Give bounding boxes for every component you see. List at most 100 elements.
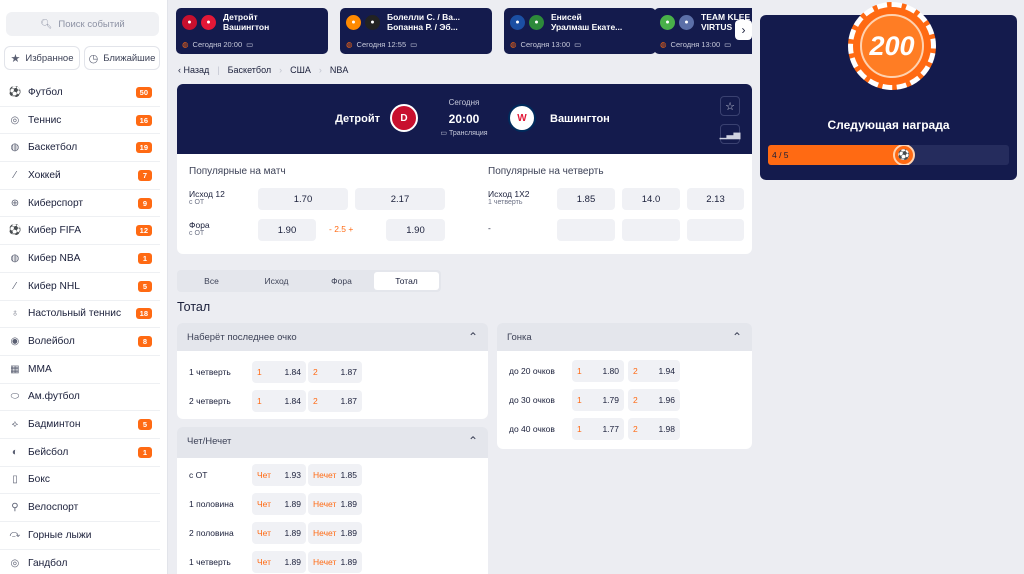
sidebar-item-sport[interactable]: ⚲ Велоспорт xyxy=(0,494,160,522)
handicap-stepper[interactable]: - 2.5 + xyxy=(329,224,353,234)
odds-button[interactable]: Чет 1.93 xyxy=(252,463,306,486)
sidebar-item-sport[interactable]: ▯ Бокс xyxy=(0,467,160,495)
odds-button[interactable]: Нечет 1.89 xyxy=(308,550,362,573)
row-label: до 30 очков xyxy=(509,394,555,405)
breadcrumb-item-country[interactable]: США xyxy=(290,65,311,75)
ticker-match-card[interactable]: ● ● Болелли С. / Ва... Бопанна Р. / Эб... ◍ С… xyxy=(340,8,492,54)
market-row: до 20 очков 1 1.80 2 1.94 xyxy=(497,356,752,385)
sidebar-item-sport[interactable]: ◐ Бейсбол 1 xyxy=(0,439,160,467)
tab-all[interactable]: Все xyxy=(179,272,244,290)
sidebar-item-sport[interactable]: ⚽ Футбол 50 xyxy=(0,79,160,107)
sidebar-item-sport[interactable]: ▦ MMA xyxy=(0,356,160,384)
sidebar-item-sport[interactable]: ◉ Волейбол 8 xyxy=(0,328,160,356)
breadcrumb-item-sport[interactable]: Баскетбол xyxy=(228,65,272,75)
ticker-match-card[interactable]: ● ● Детройт Вашингтон ◍ Сегодня 20:00 ▭ xyxy=(176,8,328,54)
panel-header[interactable]: Гонка ⌃ xyxy=(497,323,752,351)
sidebar-item-sport[interactable]: ⁄ Кибер NHL 5 xyxy=(0,273,160,301)
odds-button[interactable]: 2 1.96 xyxy=(628,388,680,411)
odds-button[interactable]: Чет 1.89 xyxy=(252,550,306,573)
back-link[interactable]: ‹ Назад xyxy=(178,65,209,75)
sport-name: Бейсбол xyxy=(28,446,69,458)
sport-name: Бадминтон xyxy=(28,419,81,431)
tab-outcome[interactable]: Исход xyxy=(244,272,309,290)
nearest-button[interactable]: ◷ Ближайшие xyxy=(84,46,160,70)
sidebar-item-sport[interactable]: ⟡ Бадминтон 5 xyxy=(0,411,160,439)
sidebar-item-sport[interactable]: ⁄ Хоккей 7 xyxy=(0,162,160,190)
event-count-badge: 8 xyxy=(138,336,152,348)
clock-icon: ◷ xyxy=(88,52,99,65)
odds-button[interactable]: 2 1.98 xyxy=(628,417,680,440)
stats-button[interactable]: ▁▃▅ xyxy=(720,124,740,144)
tv-icon: ▭ xyxy=(410,40,418,49)
sport-name: Настольный теннис xyxy=(28,308,122,320)
odds-button[interactable]: 1 1.77 xyxy=(572,417,624,440)
odds-button[interactable]: 2.13 xyxy=(687,188,744,210)
sidebar-item-sport[interactable]: ◎ Теннис 16 xyxy=(0,107,160,135)
odds-button[interactable]: 1.90 xyxy=(258,219,316,241)
popular-markets: Популярные на матч Популярные на четверт… xyxy=(177,154,752,254)
ticker-match-card[interactable]: ● ● Енисей Уралмаш Екате... ◍ Сегодня 13:00 ▭ xyxy=(504,8,656,54)
panel-header[interactable]: Наберёт последнее очко ⌃ xyxy=(177,323,488,351)
sidebar-item-sport[interactable]: ◎ Гандбол xyxy=(0,550,160,574)
odds-button[interactable]: Чет 1.89 xyxy=(252,492,306,515)
sport-name: Хоккей xyxy=(28,169,61,181)
odds-button[interactable]: 14.0 xyxy=(622,188,680,210)
odds-button[interactable]: 2 1.87 xyxy=(308,360,362,383)
odds-button[interactable]: 1.85 xyxy=(557,188,615,210)
basketball-icon: ◍ xyxy=(510,40,517,49)
basketball-icon: ◍ xyxy=(182,40,189,49)
odds-value: 1.84 xyxy=(284,395,301,406)
search-input[interactable]: 🔍︎ Поиск событий xyxy=(6,12,159,36)
sidebar-item-sport[interactable]: ⚽ Кибер FIFA 12 xyxy=(0,217,160,246)
panel-header[interactable]: Чет/Нечет ⌃ xyxy=(177,427,488,455)
odds-button[interactable]: 2 1.87 xyxy=(308,389,362,412)
match-time: 20:00 xyxy=(448,112,480,126)
tab-total[interactable]: Тотал xyxy=(374,272,439,290)
market-name: Исход 12 xyxy=(189,189,225,199)
gamepad-icon: ⊕ xyxy=(10,197,20,209)
odds-button[interactable]: 1 1.84 xyxy=(252,360,306,383)
breadcrumb-item-league[interactable]: NBA xyxy=(330,65,349,75)
breadcrumb-divider: | xyxy=(217,65,220,75)
odds-button[interactable]: Нечет 1.89 xyxy=(308,521,362,544)
sidebar-item-sport[interactable]: ⊕ Киберспорт 9 xyxy=(0,190,160,218)
odds-button[interactable]: 1.70 xyxy=(258,188,348,210)
odds-button[interactable]: 1 1.84 xyxy=(252,389,306,412)
odds-button[interactable]: 2.17 xyxy=(355,188,445,210)
odds-button[interactable]: 1.90 xyxy=(386,219,445,241)
cyber-nhl-icon: ⁄ xyxy=(14,280,16,292)
boxing-glove-icon: ▯ xyxy=(12,474,18,486)
favorites-button[interactable]: ★ Избранное xyxy=(4,46,80,70)
popular-match-title: Популярные на матч xyxy=(189,166,286,177)
odds-button[interactable]: Нечет 1.89 xyxy=(308,492,362,515)
odds-button[interactable]: 1 1.79 xyxy=(572,388,624,411)
tab-handicap[interactable]: Фора xyxy=(309,272,374,290)
basketball-icon: ◍ xyxy=(10,142,20,154)
ticker-team-1: Детройт xyxy=(223,12,258,22)
favorite-star-button[interactable]: ☆ xyxy=(720,96,740,116)
team-logo-icon: ● xyxy=(201,14,216,30)
sidebar-item-sport[interactable]: ⤼ Горные лыжи xyxy=(0,522,160,550)
market-row: до 40 очков 1 1.77 2 1.98 xyxy=(497,414,752,443)
odds-button[interactable]: Чет 1.89 xyxy=(252,521,306,544)
odds-button[interactable]: Нечет 1.85 xyxy=(308,463,362,486)
row-label: 1 четверть xyxy=(189,366,231,377)
baseball-icon: ◐ xyxy=(11,446,19,458)
sidebar-item-sport[interactable]: ♁ Настольный теннис 18 xyxy=(0,301,160,329)
odds-button-empty xyxy=(622,219,680,241)
market-row: 1 половина Чет 1.89 Нечет 1.89 xyxy=(177,489,488,518)
row-label: до 40 очков xyxy=(509,423,555,434)
event-count-badge: 12 xyxy=(135,225,152,237)
sidebar-item-sport[interactable]: ◍ Баскетбол 19 xyxy=(0,134,160,163)
sidebar-item-sport[interactable]: ◍ Кибер NBA 1 xyxy=(0,245,160,273)
row-label: до 20 очков xyxy=(509,365,555,376)
breadcrumb-separator: › xyxy=(318,65,322,75)
sidebar-item-sport[interactable]: ⬭ Ам.футбол xyxy=(0,384,160,412)
back-label: Назад xyxy=(183,65,210,75)
ticker-next-button[interactable]: › xyxy=(735,20,752,40)
outcome-key: Чет xyxy=(257,469,272,480)
odds-button[interactable]: 2 1.94 xyxy=(628,359,680,382)
odds-button[interactable]: 1 1.80 xyxy=(572,359,624,382)
broadcast-link[interactable]: ▭ Трансляция xyxy=(432,129,496,137)
sport-name: Горные лыжи xyxy=(28,529,92,541)
